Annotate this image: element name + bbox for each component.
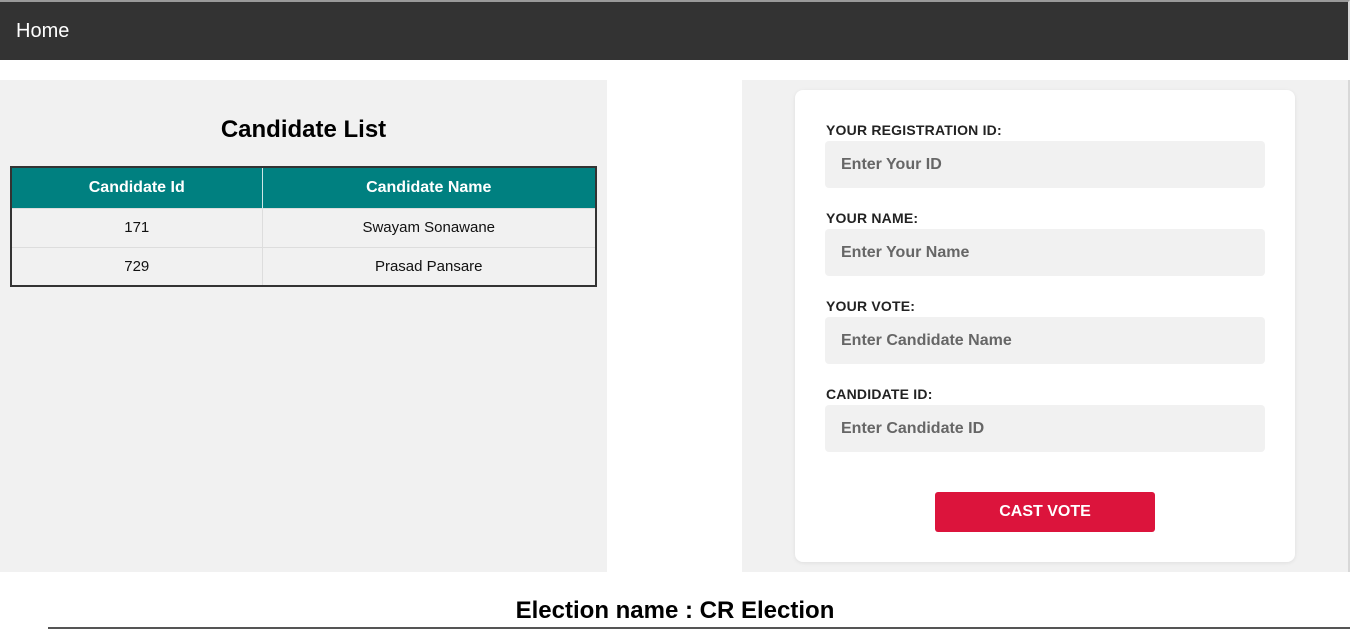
table-header-row: Candidate Id Candidate Name xyxy=(11,167,596,208)
candidate-list-panel: Candidate List Candidate Id Candidate Na… xyxy=(0,80,607,572)
election-name: Election name : CR Election xyxy=(515,597,835,624)
candidate-name-cell: Swayam Sonawane xyxy=(262,207,596,247)
cast-vote-button[interactable]: CAST VOTE xyxy=(935,492,1155,532)
top-nav-bar: Home xyxy=(0,0,1350,60)
name-label: YOUR NAME: xyxy=(826,210,919,226)
column-header-candidate-name: Candidate Name xyxy=(262,167,596,208)
vote-label: YOUR VOTE: xyxy=(826,298,916,314)
nav-home-link[interactable]: Home xyxy=(16,20,69,43)
vote-input[interactable] xyxy=(825,317,1265,364)
vote-panel: YOUR REGISTRATION ID: YOUR NAME: YOUR VO… xyxy=(742,80,1350,572)
candidate-name-cell: Prasad Pansare xyxy=(262,246,596,286)
name-input[interactable] xyxy=(825,229,1265,276)
candidate-list-title: Candidate List xyxy=(220,116,387,143)
column-header-candidate-id: Candidate Id xyxy=(11,167,263,208)
candidate-id-cell: 729 xyxy=(11,246,263,286)
registration-id-label: YOUR REGISTRATION ID: xyxy=(826,122,1002,138)
table-row: 171 Swayam Sonawane xyxy=(11,207,596,247)
table-row: 729 Prasad Pansare xyxy=(11,246,596,286)
vote-form: YOUR REGISTRATION ID: YOUR NAME: YOUR VO… xyxy=(795,90,1295,562)
candidate-id-input[interactable] xyxy=(825,405,1265,452)
candidate-id-cell: 171 xyxy=(11,207,263,247)
candidate-table: Candidate Id Candidate Name 171 Swayam S… xyxy=(10,166,597,287)
registration-id-input[interactable] xyxy=(825,141,1265,188)
candidate-id-label: CANDIDATE ID: xyxy=(826,386,933,402)
